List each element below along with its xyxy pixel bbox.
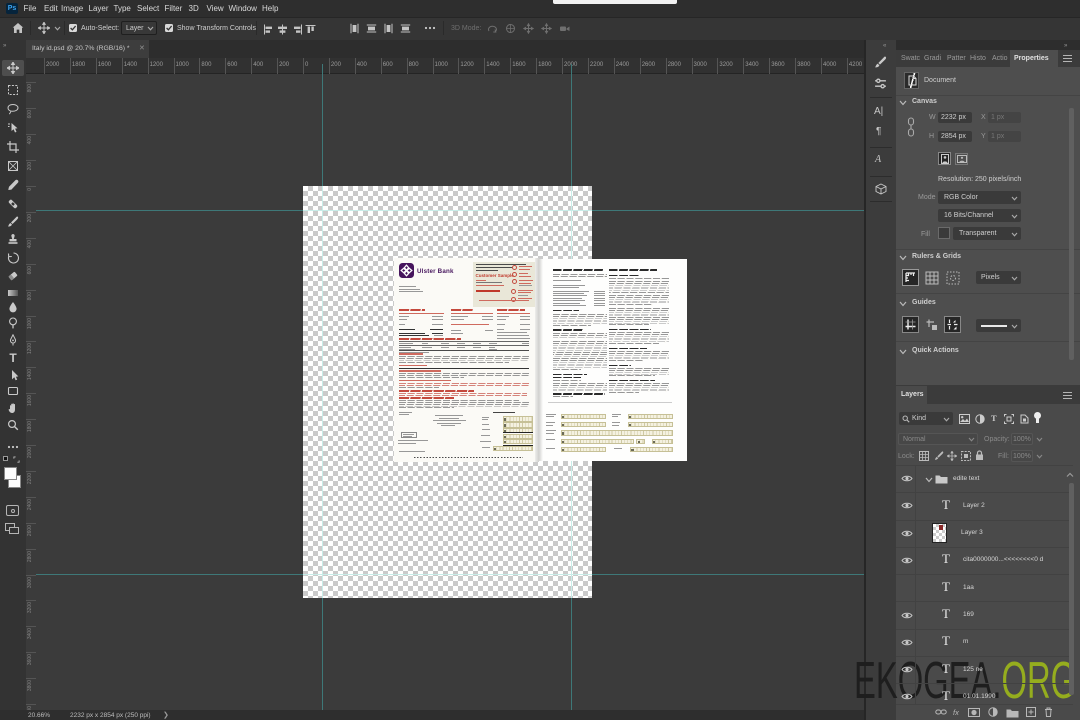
svg-text:T: T [9, 352, 17, 364]
